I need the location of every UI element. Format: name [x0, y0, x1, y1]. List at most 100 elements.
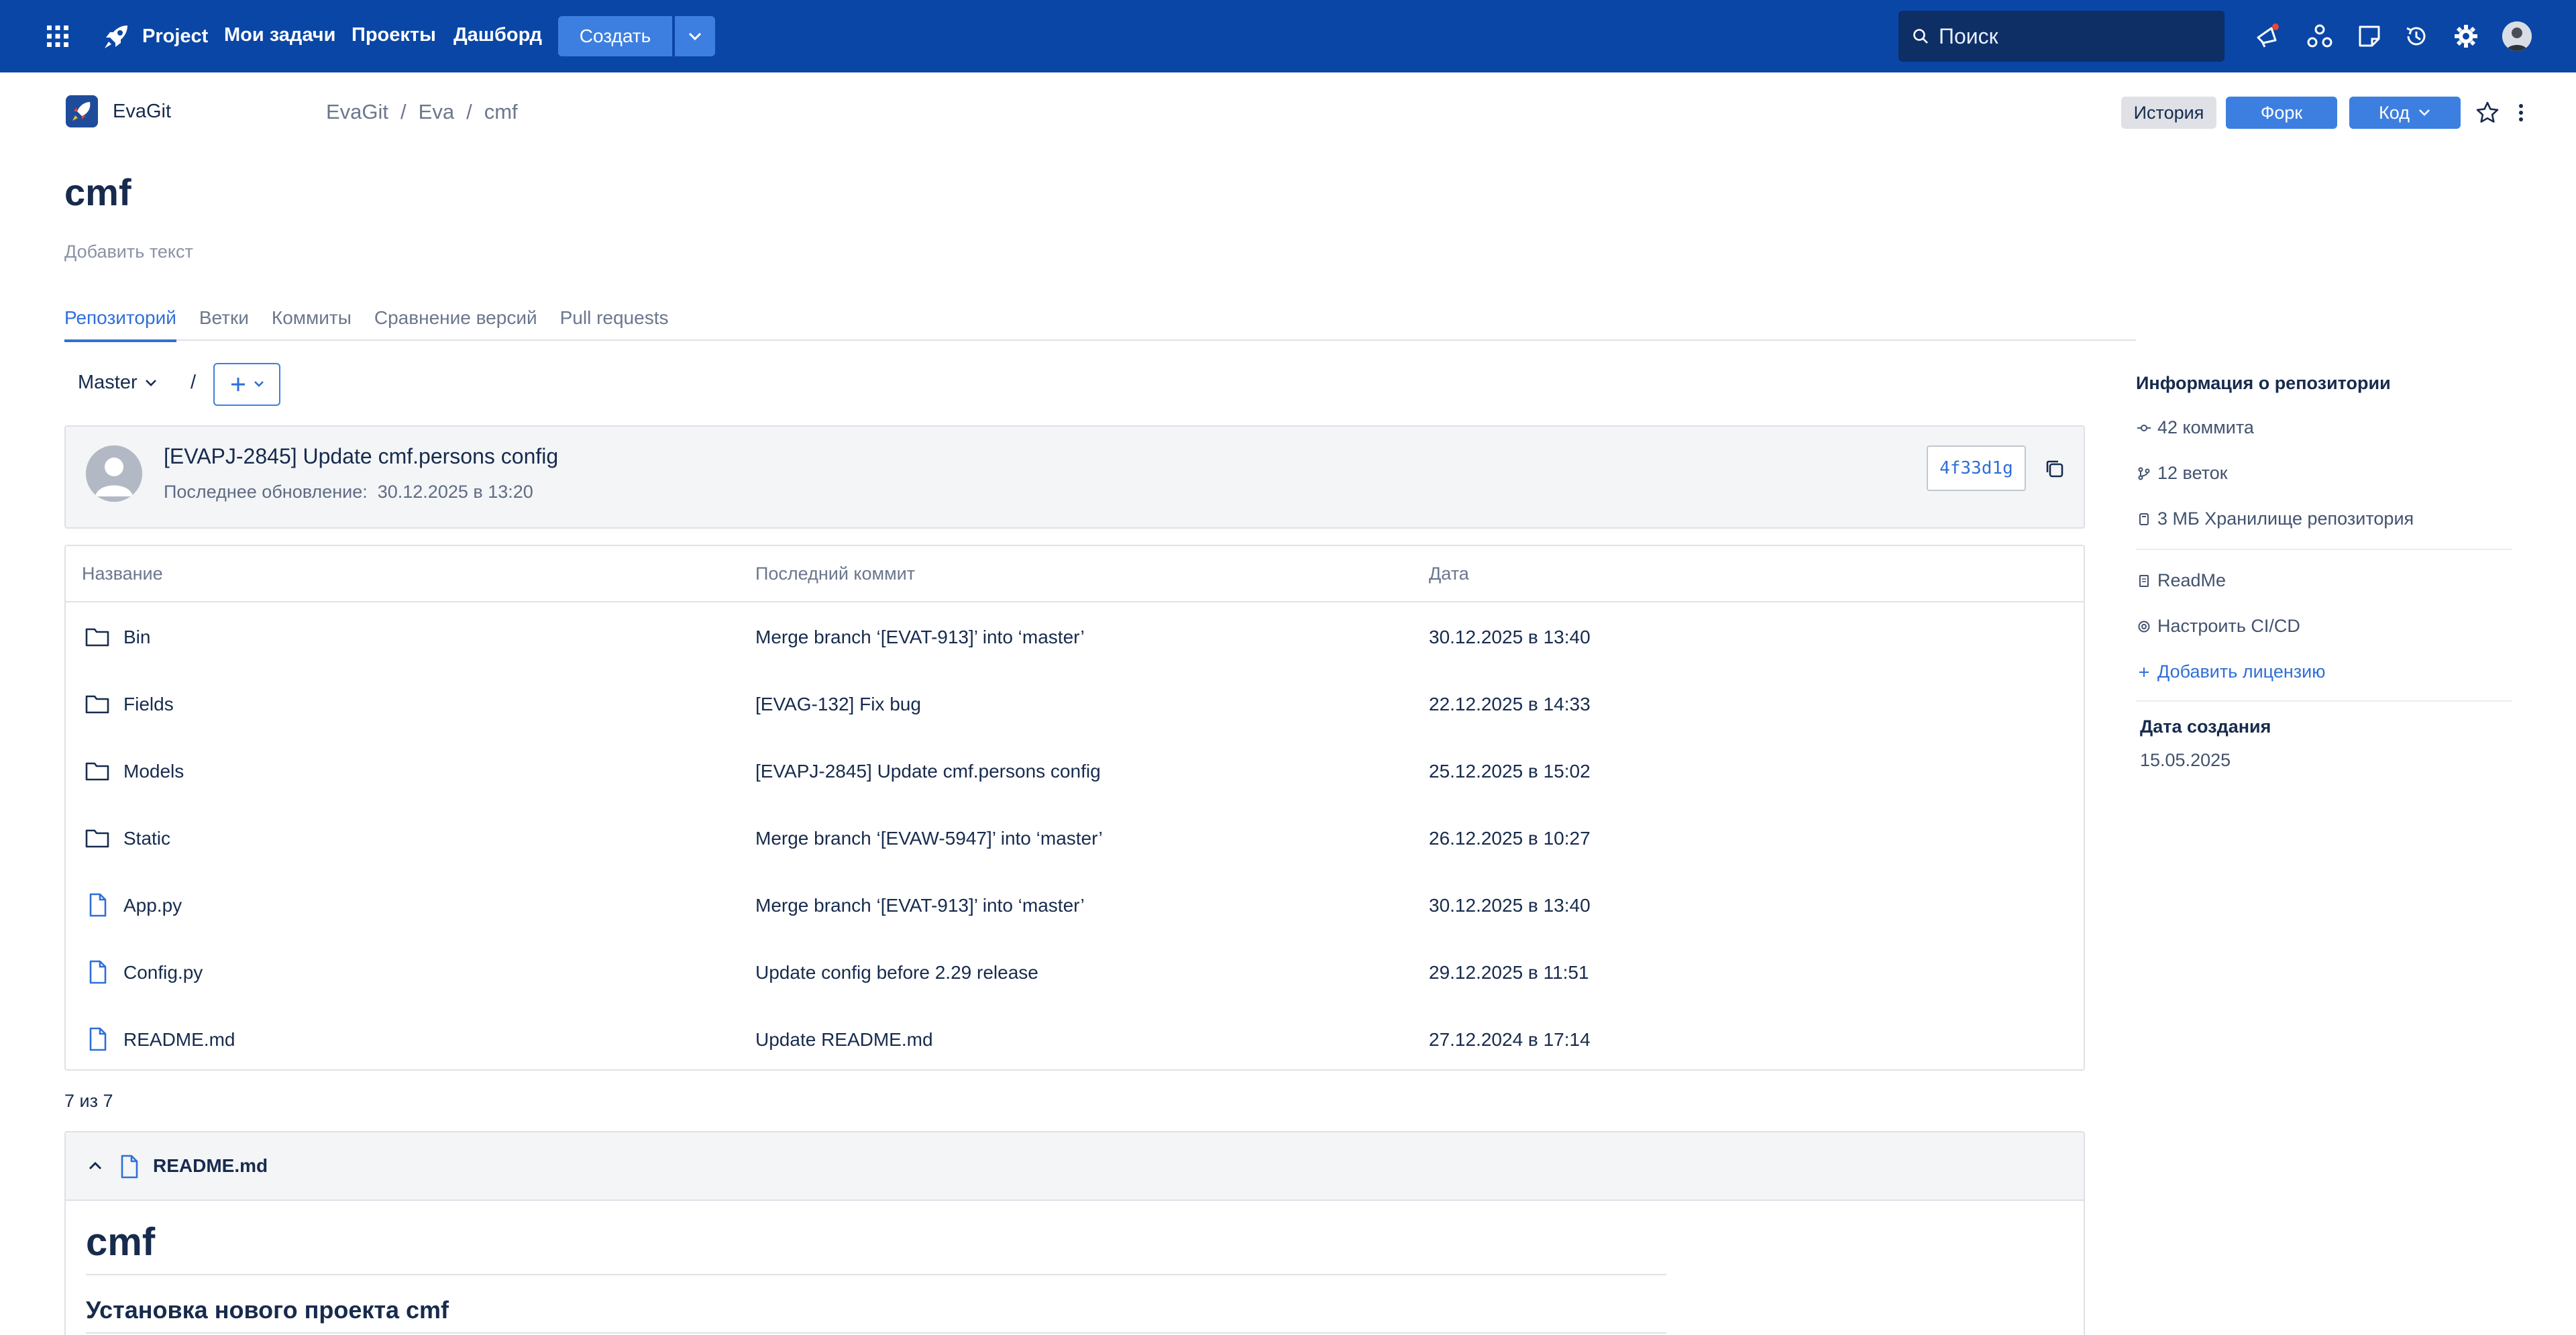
note-icon: [2359, 25, 2380, 47]
create-button[interactable]: Создать: [558, 16, 672, 56]
gear-icon: [2455, 25, 2477, 48]
file-name[interactable]: README.md: [123, 1029, 235, 1051]
file-table: Название Последний коммит Дата Bin Merge…: [64, 545, 2085, 1071]
file-last-commit[interactable]: [EVAG-132] Fix bug: [755, 694, 921, 715]
rocket-icon: [66, 95, 98, 127]
star-icon[interactable]: [2474, 99, 2501, 126]
table-row[interactable]: Bin Merge branch ‘[EVAT-913]’ into ‘mast…: [66, 604, 2084, 671]
search-input[interactable]: [1939, 23, 2207, 49]
chevron-down-icon: [2419, 109, 2430, 116]
table-row[interactable]: Static Merge branch ‘[EVAW-5947]’ into ‘…: [66, 805, 2084, 872]
table-header: Название Последний коммит Дата: [66, 546, 2084, 602]
readme-panel: README.md cmf Установка нового проекта c…: [64, 1131, 2085, 1335]
user-placeholder-icon: [86, 445, 142, 502]
file-name[interactable]: Models: [123, 761, 184, 782]
file-last-commit[interactable]: Update README.md: [755, 1029, 933, 1051]
created-date-value: 15.05.2025: [2140, 750, 2231, 770]
file-last-commit[interactable]: Merge branch ‘[EVAW-5947]’ into ‘master’: [755, 828, 1103, 849]
branch-selector[interactable]: Master: [78, 372, 158, 394]
file-name[interactable]: Config.py: [123, 962, 203, 983]
breadcrumb-separator: /: [400, 100, 407, 123]
folder-icon: [85, 628, 109, 647]
last-commit-updated: Последнее обновление: 30.12.2025 в 13:20: [164, 482, 533, 502]
settings-button[interactable]: [2451, 21, 2481, 51]
nav-projects[interactable]: Проекты: [352, 24, 436, 46]
nav-my-tasks[interactable]: Мои задачи: [224, 24, 335, 46]
branches-count[interactable]: 12 веток: [2137, 463, 2228, 484]
file-icon: [89, 1027, 107, 1051]
breadcrumb-item[interactable]: cmf: [484, 100, 518, 124]
product-name: Project: [142, 25, 209, 47]
file-name[interactable]: Bin: [123, 627, 150, 648]
history-button[interactable]: История: [2121, 97, 2216, 129]
last-commit-message[interactable]: [EVAPJ-2845] Update cmf.persons config: [164, 444, 558, 469]
breadcrumb-item[interactable]: Eva: [419, 100, 454, 124]
table-row[interactable]: README.md Update README.md 27.12.2024 в …: [66, 1006, 2084, 1073]
plus-icon: [231, 378, 245, 391]
more-vertical-icon[interactable]: [2513, 99, 2529, 126]
create-dropdown-button[interactable]: [675, 16, 715, 56]
repo-title: cmf: [64, 171, 131, 213]
top-navigation-bar: Project Мои задачи Проекты Дашборд Созда…: [0, 0, 2576, 72]
add-license-label: Добавить лицензию: [2157, 661, 2326, 682]
table-row[interactable]: Models [EVAPJ-2845] Update cmf.persons c…: [66, 738, 2084, 805]
nodes-icon: [2307, 24, 2332, 48]
tab-repository[interactable]: Репозиторий: [64, 307, 176, 342]
commits-count[interactable]: 42 коммита: [2137, 417, 2254, 438]
file-last-commit[interactable]: [EVAPJ-2845] Update cmf.persons config: [755, 761, 1101, 782]
tab-compare[interactable]: Сравнение версий: [374, 307, 537, 341]
file-name[interactable]: Static: [123, 828, 170, 849]
fork-button[interactable]: Форк: [2226, 97, 2337, 129]
code-button[interactable]: Код: [2349, 97, 2461, 129]
readme-link[interactable]: ReadMe: [2137, 570, 2226, 591]
chevron-down-icon: [254, 381, 264, 387]
breadcrumb-item[interactable]: EvaGit: [326, 100, 388, 124]
code-button-label: Код: [2379, 102, 2410, 123]
notifications-button[interactable]: [2253, 21, 2282, 51]
tab-commits[interactable]: Коммиты: [272, 307, 352, 341]
add-license-link[interactable]: Добавить лицензию: [2137, 661, 2325, 682]
global-search[interactable]: [1898, 11, 2224, 62]
copy-icon[interactable]: [2043, 458, 2066, 480]
sidebar-divider: [2136, 549, 2512, 550]
file-date: 29.12.2025 в 11:51: [1429, 962, 1589, 983]
table-row[interactable]: Config.py Update config before 2.29 rele…: [66, 939, 2084, 1006]
tab-branches[interactable]: Ветки: [199, 307, 249, 341]
file-icon: [89, 960, 107, 984]
file-date: 30.12.2025 в 13:40: [1429, 627, 1591, 647]
readme-header[interactable]: README.md: [66, 1132, 2084, 1201]
setup-cicd-link[interactable]: Настроить CI/CD: [2137, 616, 2300, 637]
path-separator: /: [191, 372, 197, 393]
notes-button[interactable]: [2355, 21, 2384, 51]
folder-icon: [85, 829, 109, 848]
product-logo[interactable]: Project: [101, 20, 208, 52]
commit-author-avatar[interactable]: [86, 445, 142, 502]
file-date: 26.12.2025 в 10:27: [1429, 828, 1591, 849]
app-switcher-icon[interactable]: [46, 24, 70, 48]
storage-size: 3 МБ Хранилище репозитория: [2137, 509, 2414, 529]
file-name[interactable]: Fields: [123, 694, 174, 715]
file-last-commit[interactable]: Merge branch ‘[EVAT-913]’ into ‘master’: [755, 627, 1085, 648]
created-date-label: Дата создания: [2140, 716, 2271, 737]
column-header-date: Дата: [1429, 564, 1469, 584]
table-row[interactable]: App.py Merge branch ‘[EVAT-913]’ into ‘m…: [66, 872, 2084, 939]
commit-hash[interactable]: 4f33d1g: [1927, 445, 2026, 491]
add-description[interactable]: Добавить текст: [64, 242, 193, 262]
file-last-commit[interactable]: Update config before 2.29 release: [755, 962, 1038, 983]
integrations-button[interactable]: [2305, 21, 2334, 51]
add-file-button[interactable]: [213, 363, 280, 406]
user-avatar[interactable]: [2502, 21, 2532, 51]
file-name[interactable]: App.py: [123, 895, 182, 916]
nav-dashboard[interactable]: Дашборд: [453, 24, 542, 46]
table-row[interactable]: Fields [EVAG-132] Fix bug 22.12.2025 в 1…: [66, 671, 2084, 738]
history-button[interactable]: [2402, 21, 2431, 51]
folder-icon: [85, 762, 109, 781]
file-last-commit[interactable]: Merge branch ‘[EVAT-913]’ into ‘master’: [755, 895, 1085, 916]
evagit-logo[interactable]: [66, 95, 98, 127]
app-name[interactable]: EvaGit: [113, 101, 171, 123]
tab-pull-requests[interactable]: Pull requests: [560, 307, 669, 341]
chevron-up-icon[interactable]: [86, 1157, 105, 1175]
breadcrumb-separator: /: [466, 100, 472, 123]
user-photo-icon: [2502, 21, 2532, 51]
chevron-down-icon: [145, 379, 156, 386]
